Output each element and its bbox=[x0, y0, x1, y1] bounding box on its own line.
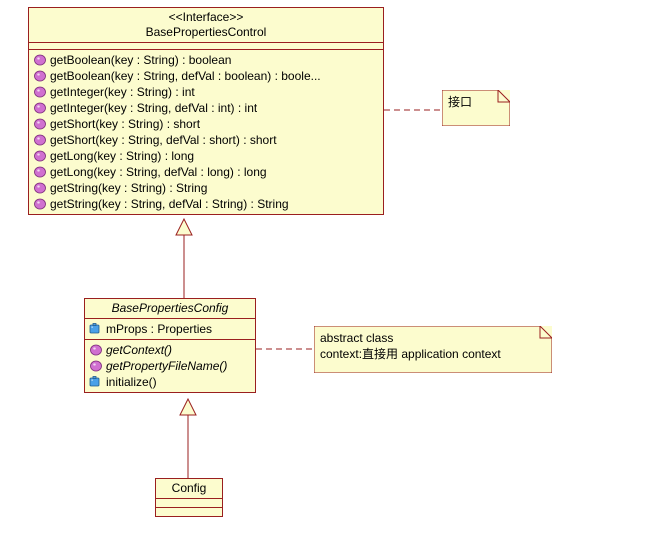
config-class-box: Config bbox=[155, 478, 223, 517]
method-row: getInteger(key : String, defVal : int) :… bbox=[33, 100, 379, 116]
method-icon bbox=[33, 150, 47, 162]
interface-name: BasePropertiesControl bbox=[33, 25, 379, 40]
config-class-header: Config bbox=[156, 479, 222, 499]
interface-header: <<Interface>> BasePropertiesControl bbox=[29, 8, 383, 43]
interface-note: 接口 bbox=[442, 90, 510, 126]
method-row: getContext() bbox=[89, 342, 251, 358]
method-icon bbox=[89, 376, 103, 388]
method-icon bbox=[33, 70, 47, 82]
method-row: getInteger(key : String) : int bbox=[33, 84, 379, 100]
method-row: getBoolean(key : String) : boolean bbox=[33, 52, 379, 68]
interface-method-compartment: getBoolean(key : String) : boolean getBo… bbox=[29, 50, 383, 214]
method-row: getString(key : String, defVal : String)… bbox=[33, 196, 379, 212]
method-row: getShort(key : String, defVal : short) :… bbox=[33, 132, 379, 148]
config-attr-compartment bbox=[156, 499, 222, 508]
method-row: getBoolean(key : String, defVal : boolea… bbox=[33, 68, 379, 84]
method-row: getLong(key : String) : long bbox=[33, 148, 379, 164]
abstract-method-compartment: getContext() getPropertyFileName() initi… bbox=[85, 340, 255, 392]
interface-stereotype: <<Interface>> bbox=[33, 10, 379, 25]
method-row: getShort(key : String) : short bbox=[33, 116, 379, 132]
attr-row: mProps : Properties bbox=[89, 321, 251, 337]
abstract-class-box: BasePropertiesConfig mProps : Properties… bbox=[84, 298, 256, 393]
method-icon bbox=[33, 134, 47, 146]
config-class-name: Config bbox=[160, 481, 218, 496]
method-row: getPropertyFileName() bbox=[89, 358, 251, 374]
method-icon bbox=[33, 102, 47, 114]
method-icon bbox=[33, 118, 47, 130]
config-method-compartment bbox=[156, 508, 222, 516]
interface-note-text: 接口 bbox=[448, 95, 472, 109]
method-icon bbox=[33, 166, 47, 178]
method-row: getString(key : String) : String bbox=[33, 180, 379, 196]
method-icon bbox=[89, 360, 103, 372]
abstract-note-line2: context:直接用 application context bbox=[320, 346, 546, 362]
method-row: initialize() bbox=[89, 374, 251, 390]
property-icon bbox=[89, 323, 103, 335]
method-icon bbox=[33, 54, 47, 66]
abstract-class-header: BasePropertiesConfig bbox=[85, 299, 255, 319]
method-icon bbox=[89, 344, 103, 356]
abstract-note: abstract class context:直接用 application c… bbox=[314, 326, 552, 373]
interface-attr-compartment bbox=[29, 43, 383, 50]
method-icon bbox=[33, 182, 47, 194]
abstract-attr-compartment: mProps : Properties bbox=[85, 319, 255, 340]
interface-class-box: <<Interface>> BasePropertiesControl getB… bbox=[28, 7, 384, 215]
abstract-note-line1: abstract class bbox=[320, 330, 546, 346]
abstract-class-name: BasePropertiesConfig bbox=[89, 301, 251, 316]
method-icon bbox=[33, 198, 47, 210]
method-icon bbox=[33, 86, 47, 98]
method-row: getLong(key : String, defVal : long) : l… bbox=[33, 164, 379, 180]
